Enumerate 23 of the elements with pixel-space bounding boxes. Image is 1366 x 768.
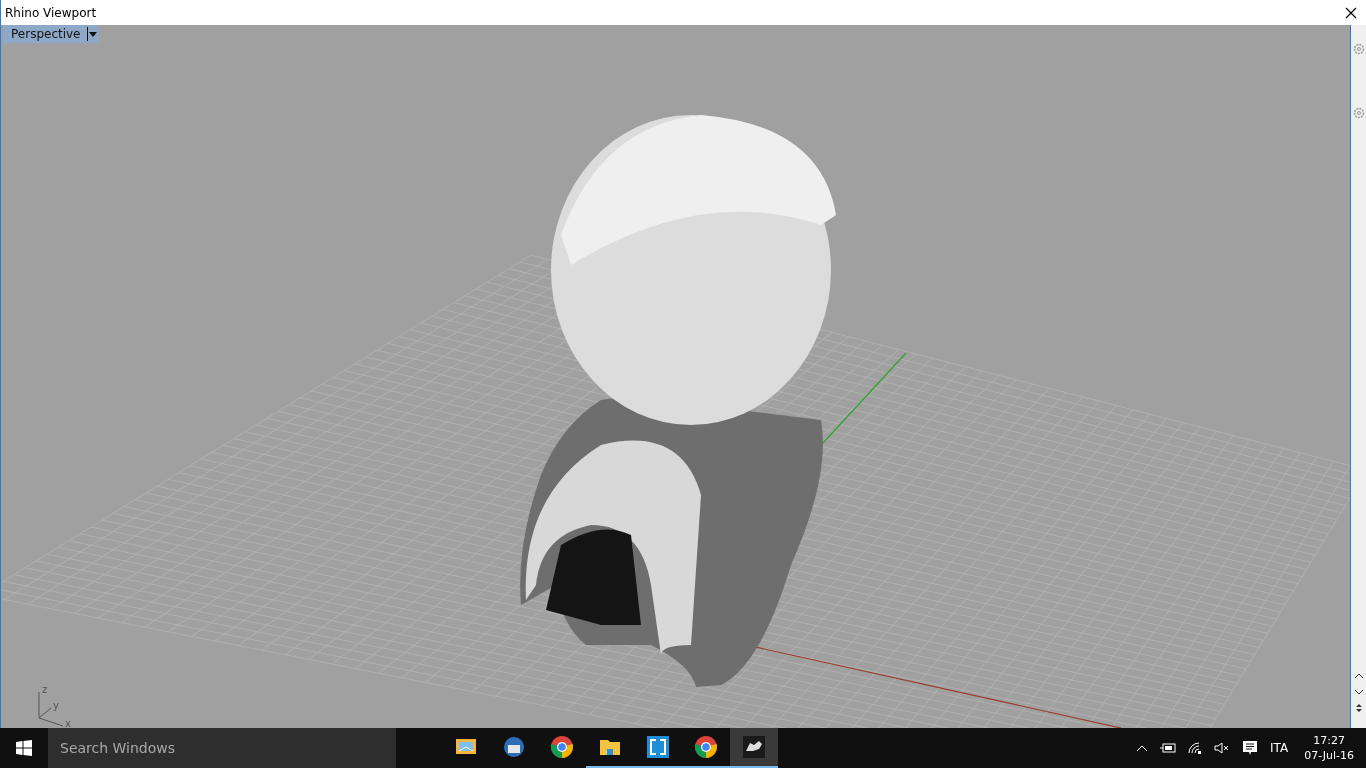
taskbar-app[interactable]: [730, 728, 778, 768]
caret-icon: [89, 31, 97, 37]
axis-label: y: [53, 700, 59, 711]
axis-triad-icon: [38, 691, 64, 727]
clock-time[interactable]: 17:27: [1313, 733, 1345, 748]
viewport-tab[interactable]: Perspective: [3, 25, 99, 43]
muted-speaker-icon[interactable]: [1214, 742, 1230, 754]
bracket-app-icon: [646, 735, 670, 759]
axis-label: x: [65, 718, 71, 728]
close-icon: [1345, 6, 1357, 19]
dropdown-button[interactable]: [86, 27, 99, 41]
window-title: Rhino Viewport: [4, 5, 97, 20]
notification-icon[interactable]: [1242, 740, 1258, 756]
windows-logo-icon: [16, 740, 32, 756]
battery-icon[interactable]: [1160, 743, 1176, 753]
chrome-icon: [550, 735, 574, 759]
clock-date[interactable]: 07-Jul-16: [1304, 748, 1354, 763]
axis-label: z: [42, 684, 48, 695]
wifi-icon[interactable]: [1188, 742, 1202, 754]
search-field[interactable]: Search Windows: [48, 728, 396, 768]
chevron-up-icon[interactable]: [1136, 744, 1148, 752]
language-indicator[interactable]: ITA: [1270, 741, 1289, 755]
chrome-icon: [694, 735, 718, 759]
